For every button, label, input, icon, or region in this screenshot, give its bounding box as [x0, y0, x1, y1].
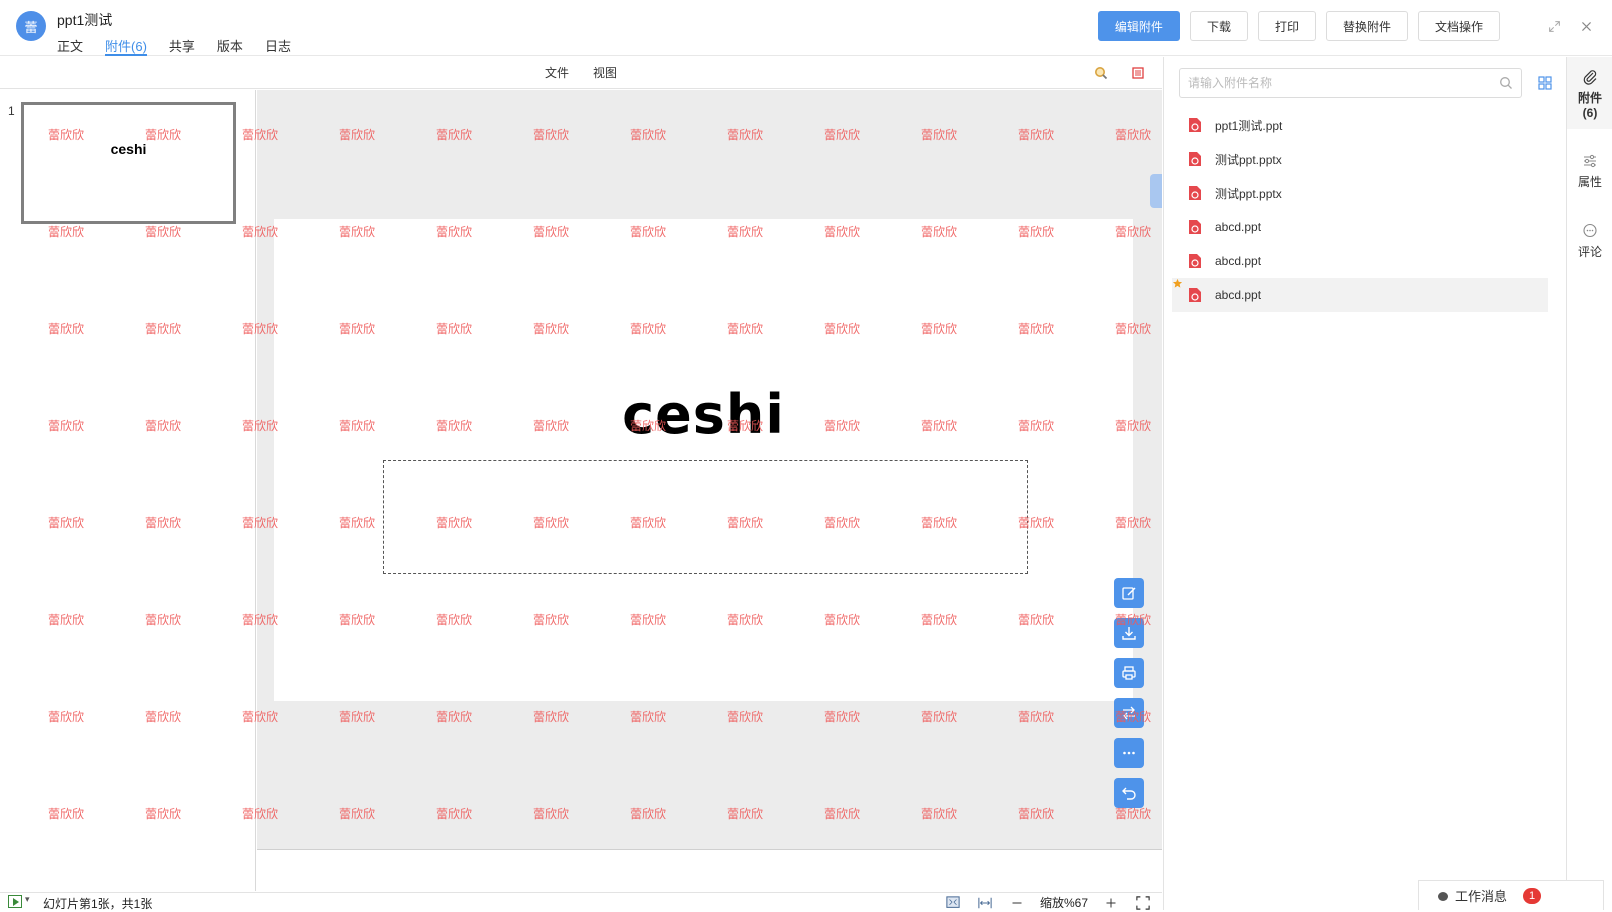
side-tab-comments-label: 评论 [1577, 245, 1602, 259]
fullscreen-icon[interactable] [1134, 895, 1152, 911]
download-button[interactable]: 下载 [1189, 11, 1248, 41]
tab-body[interactable]: 正文 [57, 36, 83, 56]
subtitle-placeholder[interactable] [383, 460, 1028, 574]
document-title: ppt1测试 [57, 12, 113, 28]
attachment-search-input[interactable] [1180, 69, 1490, 97]
attachment-name: 测试ppt.pptx [1215, 186, 1282, 201]
more-icon[interactable] [1114, 738, 1144, 768]
settings-icon[interactable] [1131, 66, 1145, 80]
fit-page-icon[interactable] [944, 895, 962, 911]
play-slideshow-icon[interactable] [8, 895, 22, 908]
download-icon[interactable] [1114, 618, 1144, 648]
viewer-menubar: 文件 视图 [0, 57, 1162, 89]
side-tab-properties[interactable]: 属性 [1567, 153, 1612, 190]
swap-icon[interactable] [1114, 698, 1144, 728]
search-icon[interactable] [1094, 66, 1108, 80]
header-actions: 编辑附件 下载 打印 替换附件 文档操作 [1097, 11, 1500, 41]
unread-badge: 1 [1523, 887, 1542, 904]
side-tab-attachments-count: (6) [1582, 106, 1598, 120]
fit-width-icon[interactable] [976, 895, 994, 911]
grid-view-icon[interactable] [1537, 75, 1553, 91]
ppt-file-icon [1188, 117, 1202, 133]
tab-versions[interactable]: 版本 [217, 36, 243, 56]
zoom-level: 缩放%67 [1039, 896, 1088, 910]
attachment-name: abcd.ppt [1215, 288, 1262, 302]
side-tab-properties-label: 属性 [1577, 175, 1602, 189]
attachment-list: ppt1测试.ppt 测试ppt.pptx 测试ppt.pptx abcd.pp… [1172, 108, 1548, 312]
paperclip-icon [1583, 70, 1597, 85]
document-tabs: 正文 附件(6) 共享 版本 日志 [57, 36, 291, 56]
slide-title[interactable]: ceshi [274, 383, 1133, 446]
search-icon[interactable] [1499, 76, 1513, 90]
tab-share[interactable]: 共享 [169, 36, 195, 56]
tab-log[interactable]: 日志 [265, 36, 291, 56]
attachment-item[interactable]: ppt1测试.ppt [1172, 108, 1548, 142]
zoom-in-icon[interactable] [1102, 895, 1120, 911]
slide-number: 1 [8, 104, 15, 118]
attachment-item-selected[interactable]: abcd.ppt [1172, 278, 1548, 312]
comment-icon [1583, 223, 1597, 238]
scroll-tab[interactable] [1150, 174, 1162, 208]
status-bar: ▾ 幻灯片第1张，共1张 缩放%67 [0, 892, 1162, 911]
attachment-item[interactable]: 测试ppt.pptx [1172, 142, 1548, 176]
attachment-name: 测试ppt.pptx [1215, 152, 1282, 167]
sliders-icon [1584, 154, 1596, 168]
expand-icon[interactable] [1546, 18, 1562, 34]
zoom-out-icon[interactable] [1008, 895, 1026, 911]
side-tab-comments[interactable]: 评论 [1567, 223, 1612, 260]
avatar[interactable]: 蕾 [16, 11, 46, 41]
side-tabs: 附件 (6) 属性 评论 [1566, 57, 1612, 910]
work-message-label: 工作消息 [1455, 889, 1508, 904]
tab-attachments[interactable]: 附件(6) [105, 36, 147, 56]
ppt-file-icon [1188, 185, 1202, 201]
side-tab-attachments-label: 附件 [1577, 91, 1602, 105]
attachment-item[interactable]: abcd.ppt [1172, 244, 1548, 278]
document-actions-button[interactable]: 文档操作 [1417, 11, 1500, 41]
chevron-down-icon[interactable]: ▾ [25, 894, 30, 905]
presentation-viewer: 文件 视图 1 ceshi ceshi ▾ 幻灯片第1张，共1张 缩放%67 蕾… [0, 57, 1162, 911]
undo-icon[interactable] [1114, 778, 1144, 808]
attachment-item[interactable]: 测试ppt.pptx [1172, 176, 1548, 210]
menu-view[interactable]: 视图 [593, 64, 617, 81]
attachment-name: abcd.ppt [1215, 254, 1262, 268]
edit-icon[interactable] [1114, 578, 1144, 608]
slide-thumbnail[interactable]: ceshi [21, 102, 236, 224]
attachment-search [1179, 68, 1522, 98]
attachment-name: ppt1测试.ppt [1215, 118, 1283, 133]
top-header: 蕾 ppt1测试 正文 附件(6) 共享 版本 日志 编辑附件 下载 打印 替换… [0, 0, 1612, 56]
replace-attachment-button[interactable]: 替换附件 [1325, 11, 1408, 41]
attachment-panel: ppt1测试.ppt 测试ppt.pptx 测试ppt.pptx abcd.pp… [1163, 57, 1566, 910]
work-message-bar[interactable]: 工作消息 1 [1418, 880, 1604, 910]
print-button[interactable]: 打印 [1257, 11, 1316, 41]
zoom-controls: 缩放%67 [944, 894, 1152, 911]
slide-count: 幻灯片第1张，共1张 [43, 897, 153, 911]
ppt-file-icon [1188, 151, 1202, 167]
print-icon[interactable] [1114, 658, 1144, 688]
ppt-file-icon [1188, 219, 1202, 235]
close-icon[interactable] [1578, 18, 1594, 34]
menu-file[interactable]: 文件 [545, 64, 569, 81]
floating-toolbar [1114, 578, 1144, 808]
thumbnail-pane: 1 ceshi [0, 90, 256, 891]
edit-attachment-button[interactable]: 编辑附件 [1097, 11, 1180, 41]
attachment-item[interactable]: abcd.ppt [1172, 210, 1548, 244]
chat-bubble-icon [1438, 892, 1448, 901]
thumbnail-title: ceshi [110, 141, 147, 157]
current-marker-icon [1172, 278, 1183, 292]
ppt-file-icon [1188, 287, 1202, 303]
attachment-name: abcd.ppt [1215, 220, 1262, 234]
ppt-file-icon [1188, 253, 1202, 269]
side-tab-attachments[interactable]: 附件 (6) [1567, 57, 1612, 129]
